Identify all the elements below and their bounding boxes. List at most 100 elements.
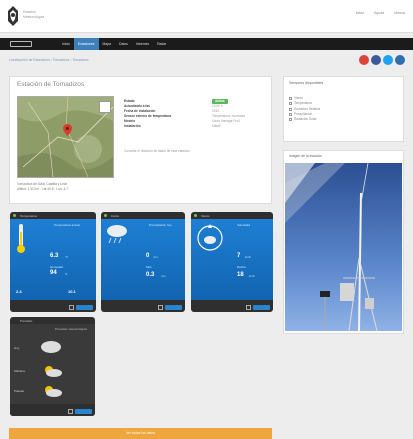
nav-item-datos[interactable]: Datos — [115, 38, 132, 50]
humidity-value: 94 — [50, 270, 57, 276]
forecast-row-label: Hoy — [14, 346, 20, 350]
logo-icon[interactable] — [6, 5, 20, 27]
map-caption: Tornadizos de Ávila, Castilla y León Alt… — [17, 182, 68, 192]
humidity-unit: % — [65, 272, 68, 276]
nav-item-radar[interactable]: Radar — [153, 38, 170, 50]
detail-value: Mástil — [212, 124, 221, 128]
facebook-icon[interactable] — [371, 55, 381, 65]
list-item[interactable]: Radiación Solar — [289, 117, 320, 122]
thermometer-icon — [17, 224, 25, 253]
detail-label: Instalación — [124, 124, 141, 128]
station-title: Estación de Tornadizos — [17, 81, 85, 88]
partly-cloudy-icon — [45, 386, 62, 397]
checkbox-icon[interactable] — [289, 107, 292, 111]
checkbox-icon[interactable] — [289, 102, 292, 106]
widget-title: Temperatura — [20, 214, 37, 218]
checkbox-icon[interactable] — [69, 305, 74, 310]
online-dot-icon — [13, 214, 16, 217]
nav-items: Inicio Estaciones Mapa Datos Informes Ra… — [58, 38, 170, 50]
map-fullscreen-icon[interactable] — [99, 101, 111, 113]
nav-item-mapa[interactable]: Mapa — [99, 38, 115, 50]
widget-footer — [191, 300, 273, 312]
widget-title: Viento — [201, 214, 210, 218]
widget-title: Lluvia — [111, 214, 119, 218]
forecast-row-label: Mañana — [14, 369, 25, 373]
widget-header: Viento — [191, 212, 273, 219]
checkbox-icon[interactable] — [289, 97, 292, 101]
photo-title: Imagen de la estación — [289, 154, 323, 158]
gust-unit: km/h — [249, 274, 256, 278]
header-link[interactable]: Inicio — [356, 11, 364, 15]
widget-body: Velocidad 7 km/h Racha 18 km/h — [191, 219, 273, 300]
view-all-data-button[interactable]: Ver todos los datos — [9, 428, 272, 439]
temperature-unit: °C — [65, 255, 69, 259]
widget-body: Previsión meteorológica Hoy Mañana Pasad… — [10, 324, 95, 404]
widget-title: Previsión — [20, 319, 33, 323]
widget-footer — [10, 404, 95, 416]
logo-text-line2: Meteorológica — [23, 15, 45, 19]
wind-widget: Viento Velocidad 7 km/h Racha 18 km/h — [191, 212, 273, 312]
twitter-share-button[interactable] — [165, 305, 182, 310]
checkbox-icon[interactable] — [246, 305, 251, 310]
rain-label: Precipitación hoy — [149, 223, 172, 227]
temperature-label: Temperatura actual — [54, 223, 80, 227]
logo-text: Estación Meteorológica — [23, 10, 44, 20]
rain-month-label: Mes — [146, 265, 152, 269]
wind-label: Velocidad — [237, 223, 251, 227]
partly-cloudy-icon — [45, 366, 62, 377]
station-details: Estado Activa Actualizado a las 12:00 h Fe… — [124, 99, 264, 129]
checkbox-icon[interactable] — [289, 118, 292, 122]
twitter-share-button[interactable] — [253, 305, 270, 310]
cloud-icon — [41, 341, 61, 353]
temperature-widget: Temperatura Temperatura actual 6.3 °C Hu… — [10, 212, 96, 312]
checkbox-icon[interactable] — [158, 305, 163, 310]
rain-month-unit: mm — [161, 274, 166, 278]
header-link[interactable]: Ayuda — [374, 11, 384, 15]
breadcrumb[interactable]: Localización de Estaciones › Tornadizos … — [9, 58, 89, 62]
cloud-rain-icon — [107, 225, 127, 244]
twitter-share-button[interactable] — [76, 305, 93, 310]
compass-icon — [197, 224, 223, 251]
nav-item-informes[interactable]: Informes — [132, 38, 153, 50]
checkbox-icon[interactable] — [68, 409, 73, 414]
twitter-icon[interactable] — [383, 55, 393, 65]
header-links: Inicio Ayuda Idioma — [356, 11, 405, 15]
twitter-share-button[interactable] — [75, 409, 92, 414]
humidity-label: Humedad — [50, 265, 64, 269]
gust-value: 18 — [237, 272, 244, 278]
widget-header: Previsión — [10, 317, 95, 324]
rain-month-value: 0.3 — [146, 272, 155, 278]
widget-footer — [10, 300, 96, 312]
widget-footer — [101, 300, 185, 312]
detail-row: Instalación Mástil — [124, 124, 264, 129]
online-dot-icon — [194, 214, 197, 217]
online-dot-icon — [104, 214, 107, 217]
rain-widget: Lluvia Precipitación hoy 0 mm Mes 0.3 mm — [101, 212, 185, 312]
header-link[interactable]: Idioma — [394, 11, 405, 15]
map-pin-icon[interactable] — [63, 124, 72, 136]
rain-value: 0 — [146, 253, 150, 259]
top-header — [0, 0, 413, 33]
forecast-row-label: Pasado — [14, 389, 25, 393]
widget-header: Lluvia — [101, 212, 185, 219]
wind-unit: km/h — [245, 255, 252, 259]
nav-item-inicio[interactable]: Inicio — [58, 38, 74, 50]
widget-body: Temperatura actual 6.3 °C Humedad 94 % 2… — [10, 219, 96, 300]
temperature-max: 10.1 — [68, 289, 76, 294]
gust-label: Racha — [237, 265, 246, 269]
checkbox-icon[interactable] — [289, 113, 292, 117]
share-icon[interactable] — [359, 55, 369, 65]
nav-brand-icon[interactable] — [10, 41, 32, 47]
linkedin-icon[interactable] — [395, 55, 405, 65]
station-photo[interactable] — [285, 163, 402, 331]
widget-header: Temperatura — [10, 212, 96, 219]
nav-item-estaciones[interactable]: Estaciones — [73, 38, 99, 50]
station-map[interactable] — [17, 96, 114, 178]
rain-unit: mm — [153, 255, 158, 259]
widget-body: Precipitación hoy 0 mm Mes 0.3 mm — [101, 219, 185, 300]
sensors-list: Viento Temperatura Humedad Relativa Prec… — [289, 96, 320, 122]
details-note-link[interactable]: Consulte el histórico de datos de esta e… — [124, 149, 190, 153]
sensor-label: Radiación Solar — [294, 117, 317, 122]
temperature-min: 2.4 — [16, 289, 22, 294]
social-buttons — [359, 55, 405, 65]
